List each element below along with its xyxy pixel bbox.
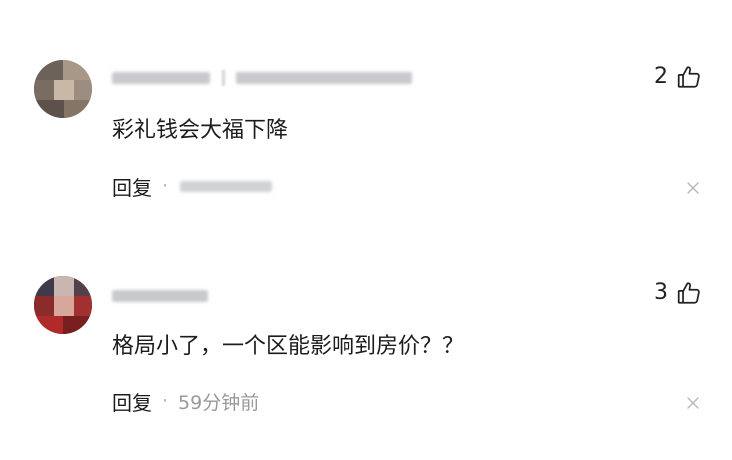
like-button[interactable]: 3 xyxy=(654,278,702,308)
like-count: 3 xyxy=(654,280,668,305)
timestamp-mask xyxy=(180,180,273,192)
meta-separator: · xyxy=(162,390,169,412)
avatar[interactable] xyxy=(34,276,92,334)
user-tag-mask xyxy=(236,72,412,84)
reply-button[interactable]: 回复 xyxy=(112,387,152,416)
comment-item: 3 格局小了，一个区能影响到房价？？ 回复 · 59分钟前 xyxy=(0,216,732,416)
like-count: 2 xyxy=(654,64,668,89)
thumbs-up-icon xyxy=(676,64,702,90)
comment-item: 2 彩礼钱会大福下降 回复 · xyxy=(0,0,732,200)
comment-text: 格局小了，一个区能影响到房价？？ xyxy=(112,334,465,359)
thumbs-up-icon xyxy=(676,280,702,306)
close-icon[interactable] xyxy=(686,181,700,195)
username-mask xyxy=(112,72,210,84)
comment-meta: 回复 · xyxy=(112,172,273,201)
reply-button[interactable]: 回复 xyxy=(112,172,152,201)
avatar[interactable] xyxy=(34,60,92,118)
username-divider xyxy=(222,70,225,86)
timestamp: 59分钟前 xyxy=(178,391,260,414)
meta-separator: · xyxy=(162,175,169,197)
close-icon[interactable] xyxy=(686,396,700,410)
username-blurred[interactable] xyxy=(112,66,422,88)
username-blurred[interactable] xyxy=(112,284,212,306)
comment-meta: 回复 · 59分钟前 xyxy=(112,387,260,416)
comment-text: 彩礼钱会大福下降 xyxy=(112,118,289,143)
username-mask xyxy=(112,290,208,302)
like-button[interactable]: 2 xyxy=(654,62,702,92)
